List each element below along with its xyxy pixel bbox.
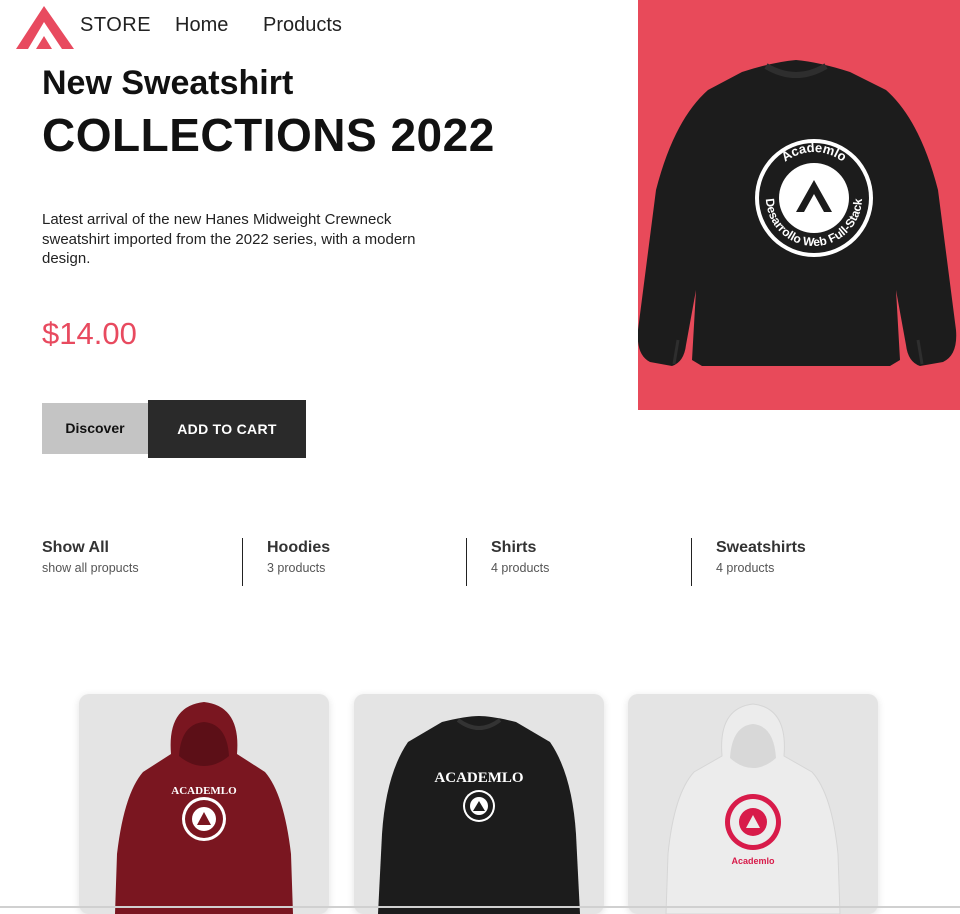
product-print-text: ACADEMLO [434, 770, 523, 786]
product-image: ACADEMLO [115, 702, 293, 914]
product-print-text: ACADEMLO [171, 785, 237, 797]
hero-description: Latest arrival of the new Hanes Midweigh… [42, 211, 416, 267]
category-count: 3 products [267, 561, 326, 575]
academlo-logo[interactable] [14, 4, 76, 50]
add-to-cart-button[interactable]: ADD TO CART [148, 400, 306, 458]
category-count: 4 products [716, 561, 775, 575]
category-name: Sweatshirts [716, 539, 806, 556]
product-image: Academlo [665, 703, 841, 914]
category-count: 4 products [491, 561, 550, 575]
hero-title: COLLECTIONS 2022 [42, 109, 495, 161]
product-card[interactable]: ACADEMLO [354, 694, 604, 914]
product-image: ACADEMLO [378, 716, 580, 914]
category-name: Shirts [491, 539, 537, 556]
category-hoodies[interactable]: Hoodies 3 products [242, 538, 330, 586]
nav-home[interactable]: Home [175, 14, 228, 37]
nav-products[interactable]: Products [263, 14, 342, 37]
hero-subtitle: New Sweatshirt [42, 64, 294, 102]
category-shirts[interactable]: Shirts 4 products [466, 538, 549, 586]
discover-button[interactable]: Discover [42, 403, 148, 454]
brand-name[interactable]: STORE [80, 14, 151, 37]
product-card[interactable]: Academlo [628, 694, 878, 914]
hero-price: $14.00 [42, 316, 137, 351]
product-card[interactable]: ACADEMLO [79, 694, 329, 914]
category-sweatshirts[interactable]: Sweatshirts 4 products [691, 538, 806, 586]
product-print-text: Academlo [731, 856, 775, 866]
category-name: Show All [42, 539, 109, 556]
category-show-all[interactable]: Show All show all propucts [42, 538, 139, 586]
hero-product-image: Academlo Desarrollo Web Full-Stack [637, 0, 960, 410]
category-count: show all propucts [42, 561, 139, 575]
category-name: Hoodies [267, 539, 331, 556]
